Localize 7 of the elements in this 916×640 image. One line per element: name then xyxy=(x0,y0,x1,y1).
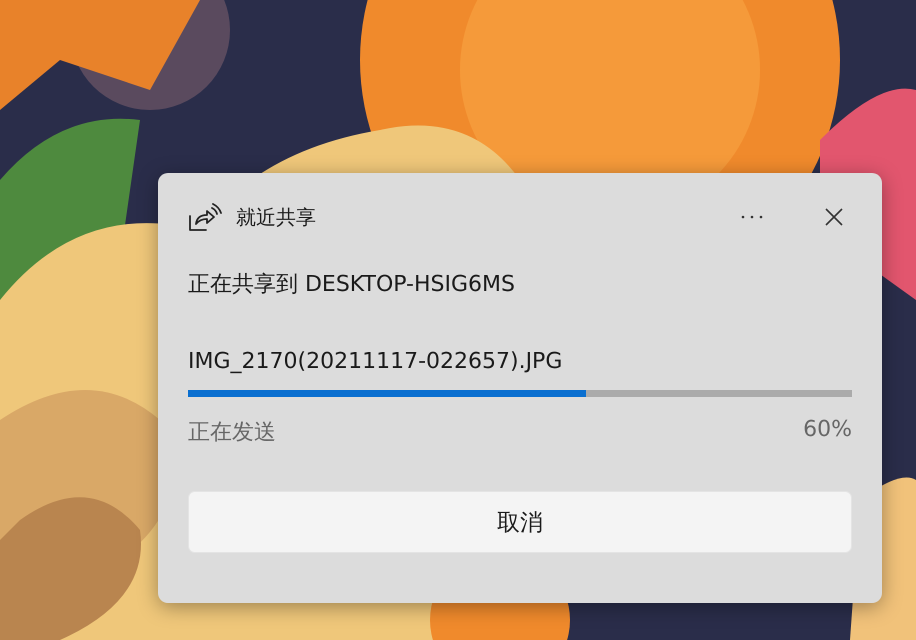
percent-text: 60% xyxy=(803,417,852,444)
share-icon xyxy=(188,202,222,232)
share-target-text: 正在共享到 DESKTOP-HSIG6MS xyxy=(188,271,516,299)
file-name: IMG_2170(20211117-022657).JPG xyxy=(188,349,564,374)
status-text: 正在发送 xyxy=(188,419,276,447)
dialog-title: 就近共享 xyxy=(236,204,316,230)
cancel-button[interactable]: 取消 xyxy=(188,491,852,553)
